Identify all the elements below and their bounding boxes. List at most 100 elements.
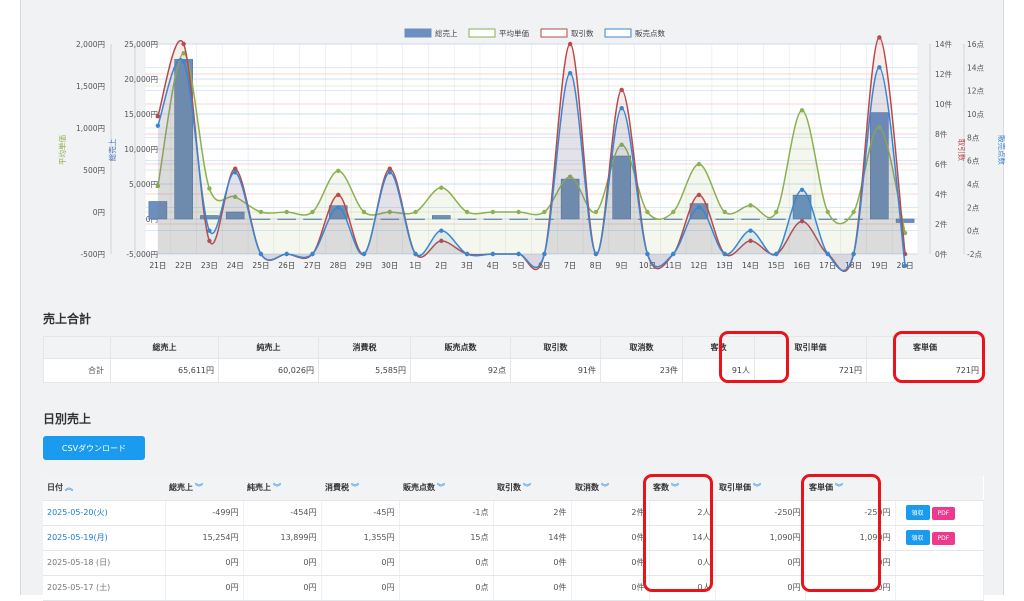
sort-down-icon[interactable]: ︾ [273, 483, 281, 492]
daily-header-label: 取引単価 [719, 483, 751, 493]
daily-cell: 2件 [571, 500, 650, 526]
left1-tick-label: 5,000円 [129, 180, 158, 189]
series-point [825, 251, 831, 257]
summary-header-4: 販売点数 [410, 336, 511, 359]
daily-cell: 15,254円 [165, 525, 244, 551]
right2-tick-label: 2点 [967, 203, 980, 212]
left1-tick-label: 25,000円 [124, 40, 158, 49]
daily-header-row: 日付 ︽ 総売上 ︾ 純売上 ︾ 消費税 ︾ 販売点数 ︾ 取引数 ︾ 取消数 ︾ 客数 ︾ 取引単価 ︾ 客単価 ︾ [43, 476, 983, 501]
daily-header-label: 取消数 [575, 483, 599, 493]
daily-header-5[interactable]: 取引数 ︾ [493, 476, 571, 501]
daily-cell: 1,090円 [715, 525, 806, 551]
csv-download-button[interactable]: CSVダウンロード [43, 436, 145, 460]
right2-tick-label: -2点 [967, 250, 982, 259]
daily-header-3[interactable]: 消費税 ︾ [321, 476, 399, 501]
x-tick-label: 8日 [590, 261, 602, 270]
daily-date-link[interactable]: 2025-05-20(火) [43, 500, 166, 526]
series-point [748, 228, 753, 233]
x-tick-label: 13日 [716, 261, 733, 270]
series-point [516, 251, 521, 257]
daily-header-9[interactable]: 客単価 ︾ [805, 476, 895, 501]
series-point [336, 205, 341, 210]
sort-down-icon[interactable]: ︾ [753, 483, 761, 492]
daily-header-label: 純売上 [247, 483, 271, 493]
sort-down-icon[interactable]: ︾ [351, 483, 359, 492]
x-tick-label: 5日 [512, 261, 524, 270]
left1-axis-title: 総売上 [107, 138, 117, 161]
daily-cell: 0件 [571, 575, 650, 601]
series-point [542, 251, 547, 257]
sort-down-icon[interactable]: ︾ [835, 483, 843, 492]
series-point [774, 209, 779, 215]
right2-tick-label: 6点 [967, 157, 980, 166]
table-row: 2025-05-17 (土) 0円 0円 0円 0点 0件 0件 0人 0円 0円 [43, 575, 984, 601]
series-point [567, 41, 573, 47]
daily-header-7[interactable]: 客数 ︾ [649, 476, 715, 501]
daily-cell: 14人 [649, 525, 716, 551]
daily-cell: 0円 [165, 575, 244, 601]
daily-header-0[interactable]: 日付 ︽ [43, 476, 165, 501]
x-tick-label: 16日 [794, 261, 811, 270]
series-point [464, 209, 470, 215]
daily-cell: 0円 [715, 575, 806, 601]
legend-swatch [468, 28, 496, 38]
daily-header-label: 取引数 [497, 483, 521, 493]
series-point [464, 251, 470, 257]
daily-header-4[interactable]: 販売点数 ︾ [399, 476, 493, 501]
series-point [439, 185, 444, 190]
series-point [490, 209, 496, 215]
series-point [825, 209, 831, 215]
legend-swatch [604, 28, 632, 38]
sort-up-icon[interactable]: ︽ [65, 483, 73, 492]
sort-down-icon[interactable]: ︾ [671, 483, 679, 492]
summary-header-1: 総売上 [110, 336, 219, 359]
summary-header-0 [43, 336, 111, 359]
receipt-button[interactable]: 領収 [905, 505, 930, 520]
series-point [439, 228, 444, 233]
series-point [593, 251, 599, 257]
summary-header-5: 取引数 [510, 336, 601, 359]
daily-header-label: 総売上 [169, 483, 193, 493]
x-tick-label: 3日 [461, 261, 473, 270]
sort-down-icon[interactable]: ︾ [195, 483, 203, 492]
daily-header-label: 日付 [47, 483, 63, 493]
daily-cell: 0件 [571, 550, 650, 576]
right2-tick-label: 12点 [967, 87, 985, 96]
daily-cell: 1,355円 [321, 525, 400, 551]
daily-header-label: 消費税 [325, 483, 349, 493]
daily-date-link[interactable]: 2025-05-19(月) [43, 525, 166, 551]
sort-down-icon[interactable]: ︾ [523, 483, 531, 492]
series-point [671, 251, 676, 257]
series-point [336, 168, 341, 174]
x-tick-label: 25日 [252, 261, 269, 270]
daily-actions [895, 550, 984, 576]
x-tick-label: 29日 [355, 261, 372, 270]
sort-down-icon[interactable]: ︾ [601, 483, 609, 492]
summary-header-9: 客単価 [866, 336, 984, 359]
series-point [284, 251, 289, 257]
x-tick-label: 26日 [278, 261, 295, 270]
summary-header-8: 取引単価 [754, 336, 867, 359]
sort-down-icon[interactable]: ︾ [437, 483, 445, 492]
right1-tick-label: 8件 [935, 129, 948, 139]
summary-cell-5: 91件 [510, 358, 601, 383]
receipt-button[interactable]: 領収 [905, 530, 930, 545]
daily-header-2[interactable]: 純売上 ︾ [243, 476, 321, 501]
pdf-button[interactable]: PDF [931, 507, 956, 520]
daily-header-1[interactable]: 総売上 ︾ [165, 476, 243, 501]
summary-cell-6: 23件 [600, 358, 683, 383]
daily-header-8[interactable]: 取引単価 ︾ [715, 476, 805, 501]
series-point [155, 113, 161, 119]
pdf-button[interactable]: PDF [931, 532, 956, 545]
daily-header-label: 販売点数 [403, 483, 435, 493]
summary-header-2: 純売上 [218, 336, 319, 359]
series-point [799, 108, 805, 113]
legend-label: 平均単価 [499, 28, 529, 38]
series-point [310, 209, 315, 215]
x-tick-label: 23日 [201, 261, 218, 270]
daily-header-6[interactable]: 取消数 ︾ [571, 476, 649, 501]
series-point [181, 59, 186, 64]
series-point [258, 209, 264, 215]
daily-cell: -499円 [165, 500, 244, 526]
x-tick-label: 24日 [227, 261, 244, 270]
